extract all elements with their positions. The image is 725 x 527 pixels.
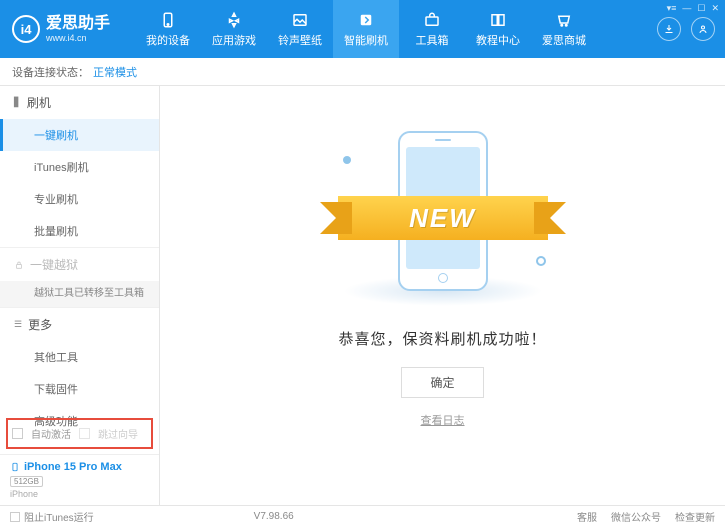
maximize-icon[interactable]: ☐ [697,3,705,14]
app-subtitle: www.i4.cn [46,33,110,43]
checkbox-skip-guide[interactable] [79,428,90,439]
tab-ringtones[interactable]: 铃声壁纸 [267,0,333,58]
close-icon[interactable]: ✕ [711,3,719,14]
window-controls: ▾≡ — ☐ ✕ [667,3,719,14]
user-button[interactable] [691,17,715,41]
checkbox-block-itunes[interactable] [10,512,20,522]
flash-icon [357,11,375,29]
auto-activate-label: 自动激活 [31,426,71,441]
tab-toolbox[interactable]: 工具箱 [399,0,465,58]
logo-icon: i4 [12,15,40,43]
footer-service[interactable]: 客服 [577,509,597,524]
tab-store[interactable]: 爱思商城 [531,0,597,58]
highlighted-options: 自动激活 跳过向导 [6,418,153,449]
sidebar-item-pro[interactable]: 专业刷机 [0,183,159,215]
cart-icon [555,11,573,29]
app-title: 爱思助手 [46,15,110,33]
hamburger-icon: ☰ [14,319,22,330]
section-title: 刷机 [27,94,51,111]
checkbox-auto-activate[interactable] [12,428,23,439]
sidebar-item-onekey[interactable]: 一键刷机 [0,119,159,151]
status-bar: 设备连接状态： 正常模式 [0,58,725,86]
view-log-link[interactable]: 查看日志 [421,412,465,428]
device-info: iPhone 15 Pro Max 512GB iPhone [0,454,159,505]
tab-label: 我的设备 [146,32,190,48]
user-icon [697,23,709,35]
download-button[interactable] [657,17,681,41]
tab-label: 工具箱 [416,32,449,48]
main-content: NEW 恭喜您，保资料刷机成功啦！ 确定 查看日志 [160,86,725,505]
tab-label: 应用游戏 [212,32,256,48]
block-itunes-label: 阻止iTunes运行 [24,509,94,524]
section-title: 一键越狱 [30,256,78,273]
phone-icon [10,461,20,473]
tab-tutorials[interactable]: 教程中心 [465,0,531,58]
tab-label: 智能刷机 [344,32,388,48]
sidebar: ▋ 刷机 一键刷机 iTunes刷机 专业刷机 批量刷机 一键越狱 越狱工具已转… [0,86,160,505]
tab-smart-flash[interactable]: 智能刷机 [333,0,399,58]
new-ribbon: NEW [338,196,548,240]
toolbox-icon [423,11,441,29]
sidebar-section-flash[interactable]: ▋ 刷机 [0,86,159,119]
success-message: 恭喜您，保资料刷机成功啦！ [338,328,546,349]
tab-label: 铃声壁纸 [278,32,322,48]
ok-button[interactable]: 确定 [401,367,483,398]
nav-tabs: 我的设备 应用游戏 铃声壁纸 智能刷机 工具箱 教程中心 爱思商城 [135,0,657,58]
menu-icon[interactable]: ▾≡ [667,3,677,14]
tab-label: 教程中心 [476,32,520,48]
header-right [657,17,725,41]
storage-badge: 512GB [10,476,43,487]
footer-wechat[interactable]: 微信公众号 [611,509,661,524]
sidebar-item-download[interactable]: 下载固件 [0,373,159,405]
sidebar-item-itunes[interactable]: iTunes刷机 [0,151,159,183]
sidebar-section-jailbreak: 一键越狱 [0,248,159,281]
logo-area: i4 爱思助手 www.i4.cn [0,15,135,43]
sidebar-item-batch[interactable]: 批量刷机 [0,215,159,247]
tab-apps-games[interactable]: 应用游戏 [201,0,267,58]
chevron-down-icon: ▋ [14,97,21,108]
device-type: iPhone [10,489,149,499]
minimize-icon[interactable]: — [682,3,691,14]
book-icon [489,11,507,29]
sidebar-item-other[interactable]: 其他工具 [0,341,159,373]
status-mode: 正常模式 [93,64,137,80]
lock-icon [14,260,24,270]
success-illustration: NEW [328,126,558,306]
apps-icon [225,11,243,29]
device-name[interactable]: iPhone 15 Pro Max [10,461,149,473]
image-icon [291,11,309,29]
footer: 阻止iTunes运行 V7.98.66 客服 微信公众号 检查更新 [0,505,725,527]
tab-label: 爱思商城 [542,32,586,48]
section-title: 更多 [28,316,52,333]
download-icon [663,23,675,35]
app-header: ▾≡ — ☐ ✕ i4 爱思助手 www.i4.cn 我的设备 应用游戏 铃声壁… [0,0,725,58]
footer-update[interactable]: 检查更新 [675,509,715,524]
tab-my-device[interactable]: 我的设备 [135,0,201,58]
sidebar-jailbreak-note: 越狱工具已转移至工具箱 [0,281,159,307]
status-label: 设备连接状态： [12,64,89,80]
skip-guide-label: 跳过向导 [98,426,138,441]
version-label: V7.98.66 [254,511,294,522]
phone-icon [159,11,177,29]
sidebar-section-more[interactable]: ☰ 更多 [0,308,159,341]
